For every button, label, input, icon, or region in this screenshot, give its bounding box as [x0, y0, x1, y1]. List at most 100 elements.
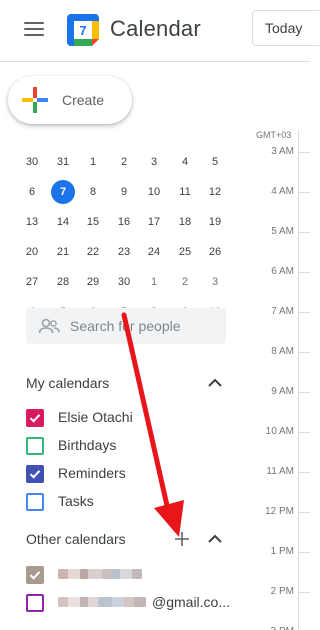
- mini-calendar-day[interactable]: 5: [203, 150, 227, 174]
- mini-calendar-week: 27 28 29 30 1 2 3: [16, 270, 232, 294]
- hour-gridline: [298, 552, 310, 553]
- time-label: 10 AM: [265, 426, 294, 437]
- redacted-text: [112, 597, 124, 607]
- mini-calendar-day[interactable]: 6: [20, 180, 44, 204]
- mini-calendar-day[interactable]: 9: [112, 180, 136, 204]
- mini-calendar-day[interactable]: 22: [81, 240, 105, 264]
- redacted-text: [80, 597, 88, 607]
- calendar-logo[interactable]: 7: [66, 13, 100, 47]
- mini-calendar-day[interactable]: 2: [173, 270, 197, 294]
- checkbox-checked-icon[interactable]: [26, 566, 44, 584]
- mini-calendar-day[interactable]: 31: [51, 150, 75, 174]
- search-people-input[interactable]: Search for people: [26, 308, 226, 344]
- redacted-text: [134, 597, 146, 607]
- mini-calendar-day[interactable]: 12: [203, 180, 227, 204]
- mini-calendar-day[interactable]: 23: [112, 240, 136, 264]
- my-calendar-label: Reminders: [58, 465, 126, 481]
- hour-gridline: [298, 312, 310, 313]
- create-plus-icon: [22, 87, 48, 113]
- my-calendar-item[interactable]: Tasks: [26, 491, 236, 513]
- mini-calendar-day[interactable]: 8: [81, 180, 105, 204]
- checkbox-checked-icon[interactable]: [26, 465, 44, 483]
- time-label: 12 PM: [265, 506, 294, 517]
- mini-calendar-day[interactable]: 7: [51, 180, 75, 204]
- mini-calendar-week: 20 21 22 23 24 25 26: [16, 240, 232, 264]
- mini-calendar-day[interactable]: 29: [81, 270, 105, 294]
- mini-calendar-day[interactable]: 19: [203, 210, 227, 234]
- today-button[interactable]: Today: [252, 10, 320, 46]
- hour-gridline: [298, 192, 310, 193]
- time-label: 9 AM: [271, 386, 294, 397]
- main-menu-icon[interactable]: [24, 22, 44, 36]
- mini-calendar-day[interactable]: 1: [142, 270, 166, 294]
- mini-calendar-day[interactable]: 16: [112, 210, 136, 234]
- mini-calendar-day[interactable]: 3: [203, 270, 227, 294]
- mini-calendar-day[interactable]: 26: [203, 240, 227, 264]
- hour-gridline: [298, 592, 310, 593]
- mini-calendar-week: 30 31 1 2 3 4 5: [16, 150, 232, 174]
- mini-calendar-day[interactable]: 27: [20, 270, 44, 294]
- mini-calendar-day[interactable]: 3: [142, 150, 166, 174]
- mini-calendar-day[interactable]: 1: [81, 150, 105, 174]
- hour-gridline: [298, 272, 310, 273]
- my-calendar-item[interactable]: Reminders: [26, 463, 236, 485]
- checkbox-unchecked-icon[interactable]: [26, 493, 44, 511]
- mini-calendar-day[interactable]: 28: [51, 270, 75, 294]
- redacted-text: [58, 597, 68, 607]
- checkbox-unchecked-icon[interactable]: [26, 437, 44, 455]
- collapse-chevron-up-icon[interactable]: [207, 378, 223, 388]
- redacted-text: [112, 569, 120, 579]
- mini-calendar: 30 31 1 2 3 4 5 6 7 8 9 10 11 12 13 14 15 16 17 18 19 20 21 22 2…: [16, 150, 232, 330]
- redacted-text: [88, 597, 98, 607]
- add-other-calendar-icon[interactable]: [175, 532, 189, 546]
- mini-calendar-day[interactable]: 10: [142, 180, 166, 204]
- mini-calendar-day[interactable]: 30: [112, 270, 136, 294]
- time-label: 3 PM: [248, 626, 294, 630]
- hour-gridline: [298, 512, 310, 513]
- redacted-text: [80, 569, 88, 579]
- other-calendar-item[interactable]: @gmail.co...: [26, 592, 236, 614]
- create-label: Create: [62, 92, 105, 108]
- time-label: 11 AM: [266, 466, 294, 477]
- hour-gridline: [298, 152, 310, 153]
- other-calendar-label: @gmail.co...: [152, 594, 231, 610]
- create-button[interactable]: Create: [8, 76, 132, 124]
- time-label: 7 AM: [271, 306, 294, 317]
- mini-calendar-day[interactable]: 4: [173, 150, 197, 174]
- mini-calendar-week: 13 14 15 16 17 18 19: [16, 210, 232, 234]
- redacted-text: [58, 569, 68, 579]
- timezone-label: GMT+03: [256, 130, 292, 140]
- checkbox-unchecked-icon[interactable]: [26, 594, 44, 612]
- my-calendar-item[interactable]: Birthdays: [26, 435, 236, 457]
- hour-gridline: [298, 352, 310, 353]
- mini-calendar-day[interactable]: 14: [51, 210, 75, 234]
- my-calendar-label: Birthdays: [58, 437, 117, 453]
- mini-calendar-day[interactable]: 24: [142, 240, 166, 264]
- time-label: 3 AM: [271, 146, 294, 157]
- redacted-text: [98, 597, 112, 607]
- mini-calendar-day[interactable]: 2: [112, 150, 136, 174]
- redacted-text: [88, 569, 102, 579]
- mini-calendar-day[interactable]: 13: [20, 210, 44, 234]
- grid-divider: [298, 130, 299, 630]
- redacted-text: [68, 569, 80, 579]
- time-label: 4 AM: [271, 186, 294, 197]
- hour-gridline: [298, 432, 310, 433]
- mini-calendar-day[interactable]: 18: [173, 210, 197, 234]
- mini-calendar-day[interactable]: 11: [173, 180, 197, 204]
- mini-calendar-day[interactable]: 15: [81, 210, 105, 234]
- time-label: 2 PM: [270, 586, 294, 597]
- other-calendar-item[interactable]: [26, 564, 236, 586]
- mini-calendar-day[interactable]: 25: [173, 240, 197, 264]
- mini-calendar-day[interactable]: 30: [20, 150, 44, 174]
- top-app-bar: 7 Calendar Today: [0, 0, 320, 62]
- mini-calendar-day[interactable]: 21: [51, 240, 75, 264]
- time-label: 5 AM: [271, 226, 294, 237]
- redacted-text: [102, 569, 112, 579]
- app-title: Calendar: [110, 16, 201, 41]
- mini-calendar-day[interactable]: 17: [142, 210, 166, 234]
- mini-calendar-day[interactable]: 20: [20, 240, 44, 264]
- checkbox-checked-icon[interactable]: [26, 409, 44, 427]
- collapse-chevron-up-icon[interactable]: [207, 534, 223, 544]
- my-calendar-item[interactable]: Elsie Otachi: [26, 407, 236, 429]
